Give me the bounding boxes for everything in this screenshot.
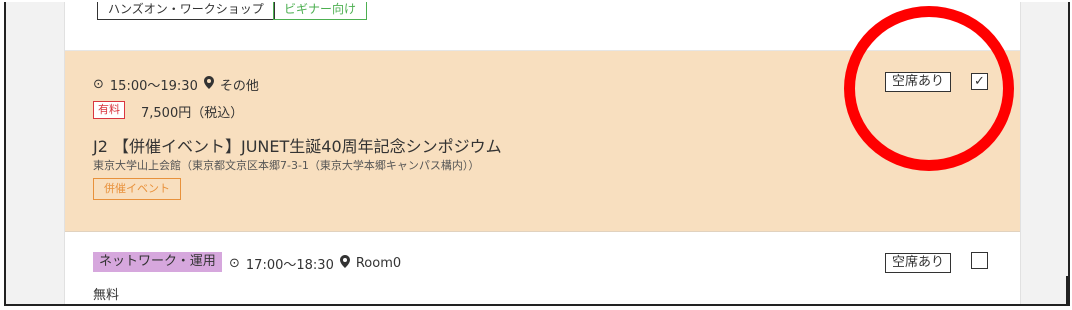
session-time-next: 17:00〜18:30	[245, 258, 334, 273]
page-frame: ハンズオン・ワークショップ ビギナー向け ⊙ 15:00〜19:30 その他 有…	[4, 2, 1070, 306]
tag-cohosted-event: 併催イベント	[93, 178, 181, 200]
paid-badge: 有料	[93, 101, 125, 119]
clock-icon: ⊙	[93, 77, 104, 92]
session-price: 7,500円（税込）	[141, 106, 244, 121]
session-price-next: 無料	[93, 288, 120, 303]
category-tag: ネットワーク・運用	[93, 252, 222, 272]
tag-hands-on: ハンズオン・ワークショップ	[97, 2, 275, 20]
tag-beginner: ビギナー向け	[273, 2, 368, 20]
session-row-previous: ハンズオン・ワークショップ ビギナー向け	[65, 2, 1020, 51]
clock-icon: ⊙	[229, 256, 240, 271]
select-checkbox-checked[interactable]: ✓	[971, 73, 988, 90]
session-place-next: Room0	[355, 256, 402, 271]
session-time: 15:00〜19:30	[109, 79, 198, 94]
availability-badge-next: 空席あり	[885, 253, 952, 273]
location-pin-icon	[203, 76, 214, 93]
session-venue: 東京大学山上会館（東京都文京区本郷7-3-1（東京大学本郷キャンパス構内））	[93, 159, 480, 172]
session-row-next[interactable]: ネットワーク・運用 ⊙ 17:00〜18:30 Room0 無料 空席あり	[65, 232, 1020, 304]
session-row-highlighted[interactable]: ⊙ 15:00〜19:30 その他 有料 7,500円（税込） J2 【併催イベ…	[65, 51, 1020, 232]
availability-badge: 空席あり	[885, 72, 952, 92]
session-time-place: ⊙ 15:00〜19:30 その他	[93, 75, 259, 94]
location-pin-icon	[339, 255, 350, 272]
session-title[interactable]: J2 【併催イベント】JUNET生誕40周年記念シンポジウム	[93, 133, 502, 157]
frame-edge	[1066, 276, 1068, 304]
session-list: ハンズオン・ワークショップ ビギナー向け ⊙ 15:00〜19:30 その他 有…	[64, 2, 1021, 304]
session-place: その他	[219, 79, 259, 94]
session-time-place-next: ⊙ 17:00〜18:30 Room0	[229, 254, 401, 273]
select-checkbox[interactable]	[971, 252, 988, 269]
